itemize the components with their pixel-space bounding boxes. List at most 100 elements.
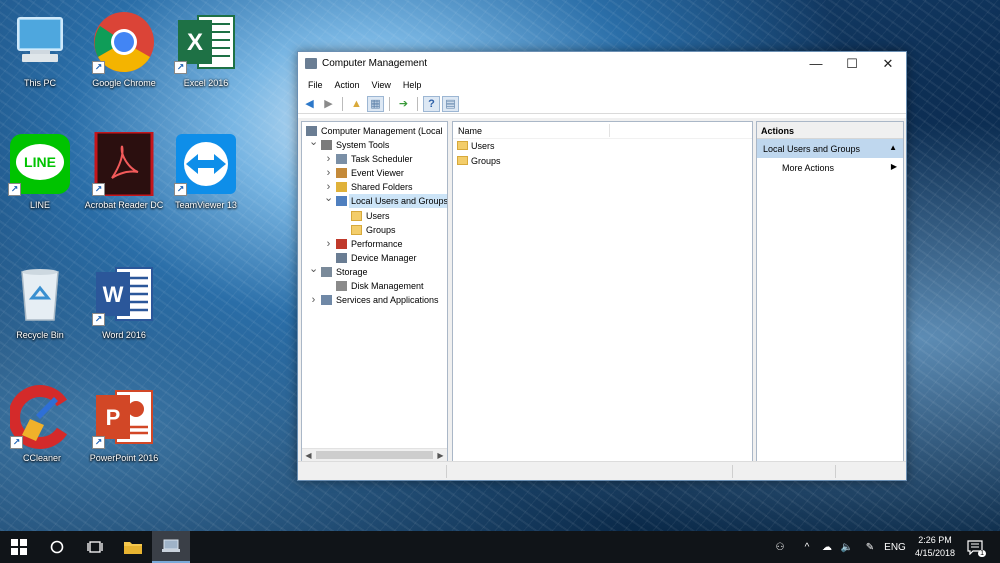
collapse-chevron-icon[interactable]: ⌄ bbox=[324, 191, 333, 205]
actions-header: Actions bbox=[757, 122, 903, 139]
collapse-chevron-icon[interactable]: ⌄ bbox=[309, 135, 318, 149]
title-bar[interactable]: Computer Management — ☐ ✕ bbox=[298, 52, 906, 76]
desktop-icon-ccleaner[interactable]: ↗ CCleaner bbox=[2, 385, 82, 463]
disk-icon bbox=[336, 281, 347, 292]
toolbar: ◀ ▶ ▲ ▦ ➔ ? ▤ bbox=[298, 94, 906, 114]
task-view-button[interactable] bbox=[76, 531, 114, 563]
more-actions-item[interactable]: More Actions ▶ bbox=[757, 158, 903, 176]
start-button[interactable] bbox=[0, 531, 38, 563]
desktop-icon-line[interactable]: LINE ↗ LINE bbox=[0, 132, 80, 210]
column-header[interactable]: Name bbox=[453, 122, 752, 139]
tree-item[interactable]: › Services and Applications bbox=[302, 293, 447, 307]
folder-icon bbox=[351, 224, 362, 235]
cortana-button[interactable] bbox=[38, 531, 76, 563]
windows-logo-icon bbox=[11, 539, 27, 555]
export-list-icon[interactable]: ➔ bbox=[395, 96, 412, 112]
tree-item[interactable]: › Performance bbox=[302, 237, 447, 251]
tree-item[interactable]: ⌄ System Tools bbox=[302, 135, 447, 152]
menu-action[interactable]: Action bbox=[329, 80, 366, 90]
input-language[interactable]: ENG bbox=[882, 531, 908, 563]
desktop-icon-recycle-bin[interactable]: Recycle Bin bbox=[0, 262, 80, 340]
action-center-button[interactable]: 1 bbox=[962, 531, 988, 563]
column-header-name[interactable]: Name bbox=[458, 126, 482, 136]
task-view-icon bbox=[87, 541, 103, 553]
maximize-button[interactable]: ☐ bbox=[834, 52, 870, 76]
tree-item[interactable]: Users bbox=[302, 209, 447, 223]
tree-item[interactable]: ⌄ Storage bbox=[302, 262, 447, 279]
actions-section-header[interactable]: Local Users and Groups ▲ bbox=[757, 139, 903, 158]
shared-folder-icon bbox=[336, 182, 347, 193]
tree-item[interactable]: ⌄ Local Users and Groups bbox=[302, 191, 447, 209]
content-pane[interactable]: Name Users Groups bbox=[452, 121, 753, 462]
desktop-icon-acrobat[interactable]: ↗ Acrobat Reader DC bbox=[84, 130, 164, 210]
tree-item[interactable]: › Task Scheduler bbox=[302, 152, 447, 166]
powerpoint-icon: P ↗ bbox=[92, 385, 156, 449]
desktop-icon-this-pc[interactable]: This PC bbox=[0, 10, 80, 88]
show-hidden-icons-chevron-icon[interactable]: ^ bbox=[797, 531, 817, 563]
menu-help[interactable]: Help bbox=[397, 80, 428, 90]
volume-icon[interactable]: 🔈 bbox=[837, 531, 857, 563]
tree-item[interactable]: Disk Management bbox=[302, 279, 447, 293]
tree-item-label: Event Viewer bbox=[351, 168, 404, 179]
column-divider[interactable] bbox=[609, 124, 610, 137]
computer-management-window[interactable]: Computer Management — ☐ ✕ File Action Vi… bbox=[297, 51, 907, 481]
scrollbar-thumb[interactable] bbox=[316, 451, 433, 459]
show-hide-tree-icon[interactable]: ▦ bbox=[367, 95, 384, 112]
file-explorer-taskbar-button[interactable] bbox=[114, 531, 152, 563]
back-arrow-icon[interactable]: ◀ bbox=[301, 96, 318, 112]
tree-horizontal-scrollbar[interactable]: ◀ ▶ bbox=[302, 448, 447, 461]
svg-text:W: W bbox=[103, 282, 124, 307]
desktop-icon-chrome[interactable]: ↗ Google Chrome bbox=[84, 10, 164, 88]
tree-item[interactable]: › Event Viewer bbox=[302, 166, 447, 180]
minimize-button[interactable]: — bbox=[798, 52, 834, 76]
forward-arrow-icon[interactable]: ▶ bbox=[320, 96, 337, 112]
menu-file[interactable]: File bbox=[302, 80, 329, 90]
toolbar-divider bbox=[342, 96, 343, 111]
list-item[interactable]: Groups bbox=[453, 154, 752, 169]
collapse-chevron-icon[interactable]: ⌄ bbox=[309, 262, 318, 276]
computer-management-taskbar-button[interactable] bbox=[152, 531, 190, 563]
people-icon[interactable]: ⚇ bbox=[768, 531, 792, 563]
folder-icon bbox=[457, 141, 468, 150]
tree-item-label: Services and Applications bbox=[336, 295, 439, 306]
ccleaner-icon: ↗ bbox=[8, 385, 74, 449]
desktop-icon-word[interactable]: W ↗ Word 2016 bbox=[84, 262, 164, 340]
desktop-icon-label: Google Chrome bbox=[92, 78, 156, 88]
close-button[interactable]: ✕ bbox=[870, 52, 906, 76]
up-folder-icon[interactable]: ▲ bbox=[348, 96, 365, 112]
tree-item[interactable]: Device Manager bbox=[302, 251, 447, 265]
navigation-tree[interactable]: Computer Management (Local ⌄ System Tools ›… bbox=[301, 121, 448, 462]
tree-item[interactable]: Computer Management (Local bbox=[302, 124, 447, 138]
clock[interactable]: 2:26 PM 4/15/2018 bbox=[910, 534, 960, 560]
onedrive-icon[interactable]: ☁ bbox=[817, 531, 837, 563]
clock-time: 2:26 PM bbox=[918, 535, 952, 545]
show-hide-action-pane-icon[interactable]: ▤ bbox=[442, 95, 459, 112]
expand-chevron-icon[interactable]: › bbox=[324, 237, 333, 251]
desktop-icon-label: PowerPoint 2016 bbox=[89, 453, 159, 463]
expand-chevron-icon[interactable]: › bbox=[324, 152, 333, 166]
help-icon[interactable]: ? bbox=[423, 95, 440, 112]
excel-icon: X ↗ bbox=[174, 10, 238, 74]
expand-chevron-icon[interactable]: › bbox=[324, 166, 333, 180]
file-explorer-icon bbox=[124, 542, 142, 554]
submenu-arrow-icon: ▶ bbox=[890, 162, 897, 171]
desktop-icon-powerpoint[interactable]: P ↗ PowerPoint 2016 bbox=[84, 385, 164, 463]
list-item[interactable]: Users bbox=[453, 139, 752, 154]
list-item-label: Users bbox=[471, 141, 495, 151]
toolbar-divider bbox=[389, 96, 390, 111]
services-icon bbox=[321, 295, 332, 306]
expand-chevron-icon[interactable]: › bbox=[309, 293, 318, 307]
desktop-icon-excel[interactable]: X ↗ Excel 2016 bbox=[166, 10, 246, 88]
tree-item[interactable]: Groups bbox=[302, 223, 447, 237]
cortana-circle-icon bbox=[50, 540, 64, 554]
collapse-caret-icon[interactable]: ▲ bbox=[889, 143, 897, 152]
tree-item-label: Computer Management (Local bbox=[321, 126, 443, 136]
svg-text:X: X bbox=[187, 29, 203, 56]
notification-count-badge: 1 bbox=[978, 550, 986, 557]
menu-view[interactable]: View bbox=[366, 80, 397, 90]
desktop-icon-teamviewer[interactable]: ↗ TeamViewer 13 bbox=[166, 132, 246, 210]
actions-pane: Actions Local Users and Groups ▲ More Ac… bbox=[756, 121, 904, 462]
computer-management-icon bbox=[162, 539, 180, 552]
svg-text:P: P bbox=[106, 405, 121, 430]
pen-workspace-icon[interactable]: ✎ bbox=[860, 531, 880, 563]
